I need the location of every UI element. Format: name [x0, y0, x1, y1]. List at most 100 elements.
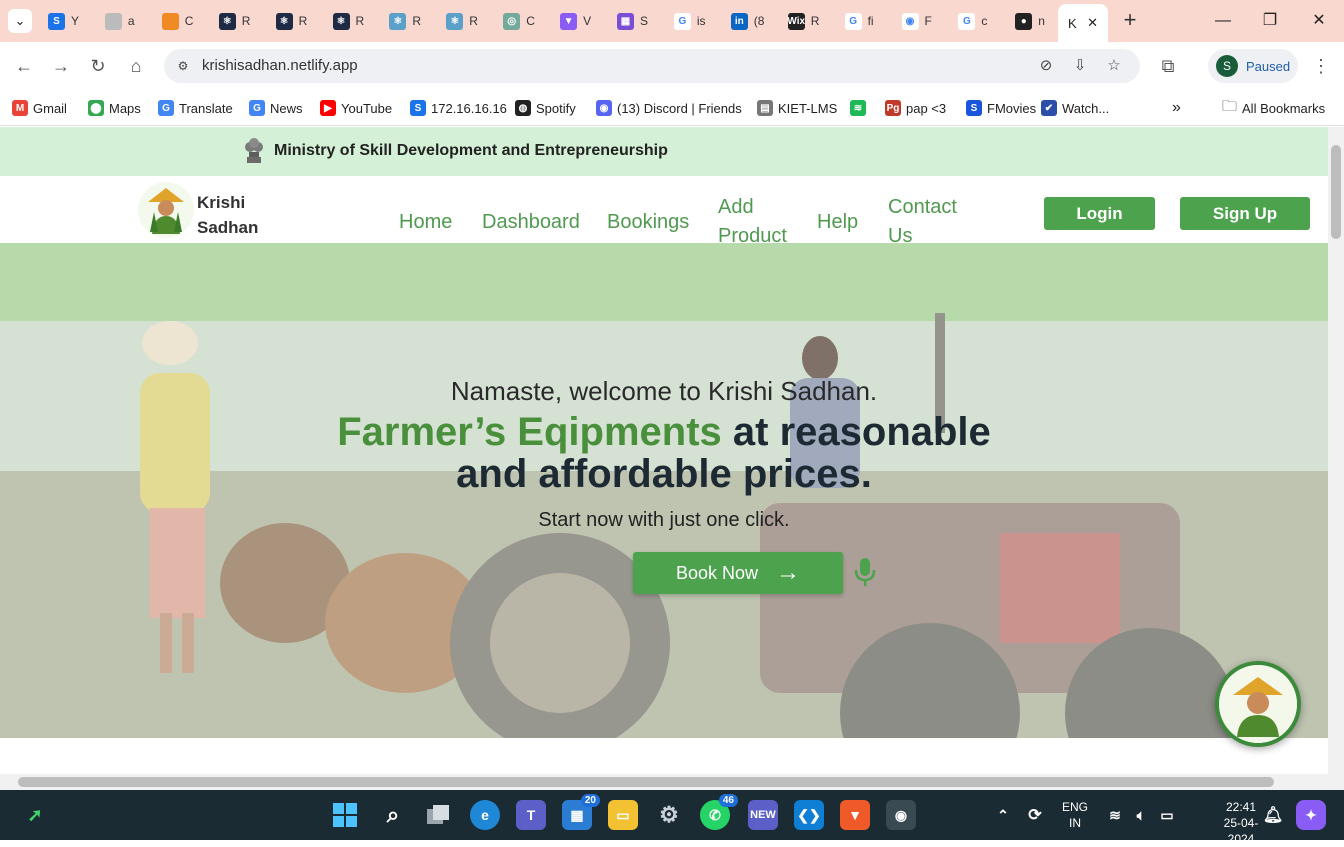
minimize-icon[interactable]: —	[1212, 10, 1234, 32]
edge-icon[interactable]: e	[470, 800, 500, 830]
menu-icon[interactable]: ⋮	[1309, 54, 1333, 78]
tab-title: R	[469, 14, 478, 28]
browser-tab[interactable]: ● n	[1015, 8, 1045, 34]
back-icon[interactable]: ←	[12, 54, 36, 78]
login-button[interactable]: Login	[1044, 197, 1155, 230]
chevron-up-icon[interactable]: ⌃	[988, 800, 1018, 830]
bookmark-label: FMovies	[987, 100, 1037, 116]
chrome-icon[interactable]: ◉	[886, 800, 916, 830]
tab-title: C	[526, 14, 535, 28]
horizontal-scrollbar[interactable]	[0, 774, 1344, 790]
browser-tab[interactable]: ⚛ R	[332, 8, 364, 34]
nav-dashboard[interactable]: Dashboard	[482, 208, 580, 237]
bookmark-item[interactable]: M Gmail	[12, 98, 67, 118]
install-app-icon[interactable]: ⇩	[1070, 56, 1090, 76]
bookmark-item[interactable]: G News	[249, 98, 303, 118]
address-bar[interactable]: ⚙ krishisadhan.netlify.app ⊘ ⇩ ☆	[164, 49, 1140, 83]
browser-tab[interactable]: Wix R	[787, 8, 819, 34]
teams-icon[interactable]: T	[516, 800, 546, 830]
vertical-scrollbar[interactable]	[1328, 127, 1344, 774]
bookmark-item[interactable]: G Translate	[158, 98, 233, 118]
teams-new-icon[interactable]: NEW	[748, 800, 778, 830]
whatsapp-icon[interactable]: ✆ 46	[700, 794, 738, 830]
bookmark-item[interactable]: S 172.16.16.16	[410, 98, 507, 118]
brave-icon[interactable]: ▼	[840, 800, 870, 830]
browser-tab[interactable]: in (8	[730, 8, 764, 34]
bookmark-item[interactable]: S FMovies	[966, 98, 1036, 118]
reload-icon[interactable]: ↻	[86, 54, 110, 78]
copilot-icon[interactable]: ✦	[1296, 800, 1326, 830]
bookmark-item[interactable]: Pg pap <3	[885, 98, 946, 118]
browser-tab[interactable]: Gfi	[844, 8, 874, 34]
nav-home[interactable]: Home	[399, 208, 452, 237]
microphone-icon[interactable]	[853, 556, 877, 588]
tab-search-button[interactable]: ⌄	[8, 9, 32, 33]
browser-tab[interactable]: SY	[48, 8, 79, 34]
tab-title: R	[412, 14, 422, 28]
home-icon[interactable]: ⌂	[124, 54, 148, 78]
krishi-logo[interactable]	[138, 182, 194, 238]
browser-tab[interactable]: Gc	[958, 8, 987, 34]
ministry-strip: Ministry of Skill Development and Entrep…	[0, 127, 1328, 176]
youtube-icon: ▶	[320, 100, 336, 116]
search-icon[interactable]: ⌕	[378, 800, 408, 830]
store-icon[interactable]: ▦ 20	[562, 794, 600, 830]
nav-help[interactable]: Help	[817, 208, 858, 237]
bookmark-item[interactable]: ▶ YouTube	[320, 98, 392, 118]
browser-tab[interactable]: ⚛ R	[275, 8, 308, 34]
settings-icon[interactable]: ⚙	[654, 800, 684, 830]
notification-bell-icon[interactable]: 🔔︎	[1258, 800, 1288, 830]
bookmark-item[interactable]: ◍ Spotify	[515, 98, 576, 118]
language-indicator[interactable]: ENG IN	[1058, 799, 1092, 831]
browser-tab[interactable]: ▦ S	[617, 8, 648, 34]
browser-tab[interactable]: ◉ F	[901, 8, 932, 34]
tab-title: R	[298, 14, 308, 28]
site-info-icon[interactable]: ⚙	[174, 57, 192, 75]
browser-tab[interactable]: ◎ C	[503, 8, 535, 34]
battery-icon[interactable]: ▭	[1152, 800, 1182, 830]
book-now-button[interactable]: Book Now →	[633, 552, 843, 594]
browser-tab[interactable]: C	[161, 8, 193, 34]
close-window-icon[interactable]: ✕	[1308, 10, 1330, 32]
bookmark-item[interactable]: ✔ Watch...	[1041, 98, 1109, 118]
close-icon[interactable]: ✕	[1087, 15, 1098, 31]
lms-icon: ▤	[757, 100, 773, 116]
new-tab-button[interactable]: +	[1119, 9, 1141, 32]
url-text[interactable]: krishisadhan.netlify.app	[202, 57, 358, 74]
extensions-icon[interactable]: ⧉	[1156, 54, 1180, 78]
all-bookmarks-button[interactable]: 🗀 All Bookmarks	[1222, 98, 1325, 118]
bookmark-item[interactable]: ▤ KIET-LMS	[757, 98, 837, 118]
stocks-widget-icon[interactable]: ➚	[20, 800, 50, 830]
bookmark-item[interactable]: ⬤ Maps	[88, 98, 141, 118]
maps-icon: ⬤	[88, 100, 104, 116]
profile-button[interactable]: S Paused	[1208, 49, 1298, 83]
browser-tab[interactable]: ⚛ R	[389, 8, 421, 34]
bookmark-star-icon[interactable]: ☆	[1104, 56, 1124, 76]
sync-icon[interactable]: ⟳	[1020, 800, 1050, 830]
scroll-thumb[interactable]	[1331, 145, 1341, 239]
task-view-icon[interactable]	[424, 800, 454, 830]
browser-tab[interactable]: Gis	[673, 8, 706, 34]
signup-button[interactable]: Sign Up	[1180, 197, 1310, 230]
forward-icon[interactable]: →	[49, 54, 73, 78]
arrow-right-icon: →	[776, 559, 801, 586]
active-tab[interactable]: K ✕	[1058, 4, 1108, 42]
brand-name[interactable]: Krishi Sadhan	[197, 190, 267, 240]
file-explorer-icon[interactable]: ▭	[608, 800, 638, 830]
restore-icon[interactable]: ❐	[1259, 10, 1281, 32]
browser-tab[interactable]: ⚛ R	[446, 8, 478, 34]
nav-bookings[interactable]: Bookings	[607, 208, 689, 237]
tracking-protection-icon[interactable]: ⊘	[1036, 56, 1056, 76]
bookmark-item[interactable]: ◉ (13) Discord | Friends	[596, 98, 742, 118]
more-bookmarks-button[interactable]: »	[1172, 98, 1181, 118]
vscode-icon[interactable]: ❮❯	[794, 800, 824, 830]
tab-title: is	[696, 14, 706, 28]
browser-tab[interactable]: ⚛ R	[218, 8, 250, 34]
browser-tab[interactable]: a	[104, 8, 135, 34]
bookmark-item[interactable]: ≋	[850, 98, 866, 118]
chatbot-avatar-button[interactable]	[1215, 661, 1301, 747]
browser-tab[interactable]: ▼ V	[560, 8, 591, 34]
scroll-thumb-horizontal[interactable]	[18, 777, 1274, 787]
windows-start-icon[interactable]	[330, 800, 360, 830]
browser-toolbar: ← → ↻ ⌂ ⚙ krishisadhan.netlify.app ⊘ ⇩ ☆…	[0, 42, 1344, 90]
